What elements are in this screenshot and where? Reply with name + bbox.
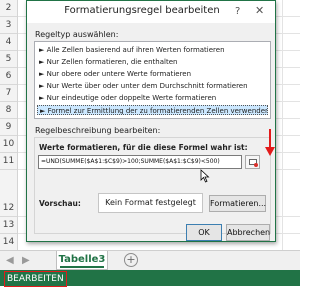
grid-line xyxy=(282,0,283,250)
next-sheet-icon[interactable]: ▶ xyxy=(22,255,30,266)
help-icon[interactable]: ? xyxy=(235,6,240,17)
active-tab-indicator xyxy=(60,266,104,268)
tab-tabelle3[interactable]: Tabelle3 xyxy=(56,251,108,270)
red-arrow-annotation-icon xyxy=(265,129,275,156)
status-bar: BEARBEITEN xyxy=(0,270,300,287)
row-number[interactable]: 13 xyxy=(0,217,17,234)
formula-label: Werte formatieren, für die diese Formel … xyxy=(39,143,248,152)
prev-sheet-icon[interactable]: ◀ xyxy=(6,255,14,266)
row-number[interactable]: 4 xyxy=(0,34,17,51)
mouse-pointer-icon xyxy=(200,169,210,183)
close-icon[interactable]: ✕ xyxy=(255,4,264,17)
ok-button[interactable]: OK xyxy=(186,224,222,241)
sheet-tab-bar: ◀ ▶ Tabelle3 + xyxy=(0,250,300,271)
format-button[interactable]: Formatieren... xyxy=(209,195,266,212)
rule-type-item[interactable]: ► Nur Werte über oder unter dem Durchsch… xyxy=(37,81,268,91)
dialog-title: Formatierungsregel bearbeiten xyxy=(64,5,220,16)
rule-type-label: Regeltyp auswählen: xyxy=(35,30,119,39)
add-sheet-button[interactable]: + xyxy=(124,253,138,267)
row-number[interactable]: 8 xyxy=(0,102,17,119)
rule-description-label: Regelbeschreibung bearbeiten: xyxy=(35,126,161,135)
tab-label: Tabelle3 xyxy=(58,254,106,265)
row-number[interactable]: 11 xyxy=(0,153,17,170)
preview-label: Vorschau: xyxy=(39,199,81,208)
cancel-button[interactable]: Abbrechen xyxy=(226,224,270,241)
edit-formatting-rule-dialog: Formatierungsregel bearbeiten ? ✕ Regelt… xyxy=(26,0,276,242)
rule-type-item[interactable]: ► Nur Zellen formatieren, die enthalten xyxy=(37,57,268,67)
rule-type-item[interactable]: ► Nur eindeutige oder doppelte Werte for… xyxy=(37,93,268,103)
row-number[interactable]: 12 xyxy=(0,200,17,217)
format-preview: Kein Format festgelegt xyxy=(98,193,203,213)
row-number[interactable]: 5 xyxy=(0,51,17,68)
rule-type-item[interactable]: ► Nur obere oder untere Werte formatiere… xyxy=(37,69,268,79)
formula-input[interactable]: =UND(SUMME($A$1:$C$9)>100;SUMME($A$1:$C$… xyxy=(38,155,242,169)
dialog-title-bar[interactable]: Formatierungsregel bearbeiten ? ✕ xyxy=(27,1,275,23)
rule-type-list: ► Alle Zellen basierend auf ihren Werten… xyxy=(34,41,271,119)
status-mode: BEARBEITEN xyxy=(4,271,67,287)
rule-type-item[interactable]: ► Alle Zellen basierend auf ihren Werten… xyxy=(37,45,268,55)
row-number[interactable]: 6 xyxy=(0,68,17,85)
rule-type-item-selected[interactable]: ► Formel zur Ermittlung der zu formatier… xyxy=(37,105,268,115)
row-number[interactable]: 2 xyxy=(0,0,17,17)
range-select-marker xyxy=(254,163,258,167)
row-number[interactable]: 9 xyxy=(0,119,17,136)
row-number[interactable]: 10 xyxy=(0,136,17,153)
row-number[interactable]: 3 xyxy=(0,17,17,34)
row-header-column: 2 3 4 5 6 7 8 9 10 11 12 13 14 xyxy=(0,0,18,251)
row-number[interactable]: 14 xyxy=(0,234,17,251)
row-number[interactable]: 7 xyxy=(0,85,17,102)
cell-reference-button[interactable] xyxy=(245,155,260,169)
